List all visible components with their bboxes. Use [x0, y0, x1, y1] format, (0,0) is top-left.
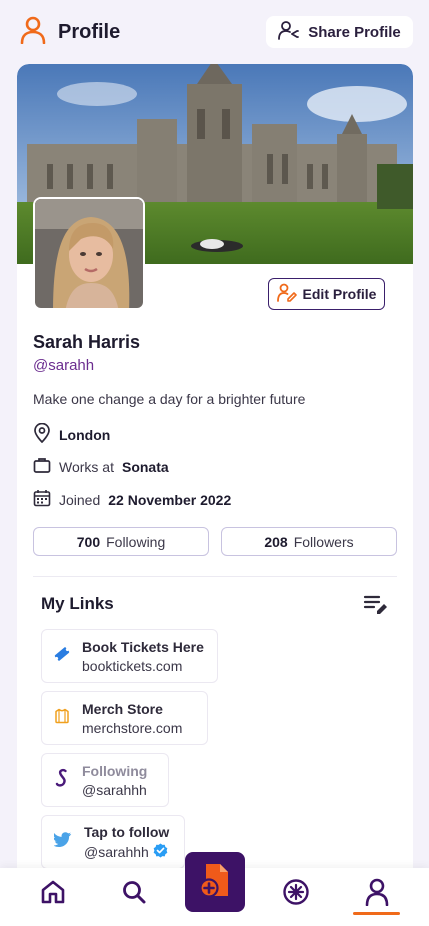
joined-label: Joined [59, 491, 101, 508]
followers-button[interactable]: 208 Followers [221, 527, 397, 556]
my-links-title: My Links [41, 594, 114, 613]
shirt-icon [54, 708, 70, 729]
following-label: Following [106, 533, 166, 550]
profile-card: Edit Profile Sarah Harris @sarahh Make o… [17, 64, 413, 926]
joined-value: 22 November 2022 [108, 491, 232, 508]
edit-profile-label: Edit Profile [302, 286, 377, 302]
link-item-twitter[interactable]: Tap to follow @sarahhh [41, 815, 185, 869]
ticket-icon [54, 646, 70, 667]
briefcase-icon [33, 456, 51, 477]
profile-person-icon [20, 16, 46, 49]
share-profile-label: Share Profile [308, 23, 401, 41]
location-pin-icon [33, 422, 51, 446]
profile-icon [365, 878, 389, 911]
page-title-wrap: Profile [20, 16, 120, 49]
link-url: @sarahhh [82, 781, 147, 798]
home-icon [40, 879, 66, 910]
create-post-icon [196, 861, 234, 904]
profile-name: Sarah Harris [33, 332, 141, 352]
twitter-icon [53, 832, 72, 852]
works-at-label: Works at [59, 458, 114, 475]
profile-bio: Make one change a day for a brighter fut… [33, 391, 306, 407]
following-count: 700 [76, 533, 101, 550]
search-icon [121, 879, 147, 910]
section-divider [33, 576, 397, 577]
link-url: merchstore.com [82, 719, 183, 736]
share-user-icon [278, 20, 300, 44]
link-title: Tap to follow [84, 823, 170, 840]
followers-label: Followers [293, 533, 354, 550]
location-value: London [59, 426, 111, 443]
calendar-icon [33, 489, 51, 510]
joined-row: Joined 22 November 2022 [33, 489, 231, 510]
nav-active-indicator [353, 912, 400, 915]
link-item-following[interactable]: Following @sarahhh [41, 753, 169, 807]
link-title: Merch Store [82, 700, 163, 717]
works-at-value: Sonata [121, 458, 169, 475]
nav-discover[interactable] [276, 878, 316, 910]
link-title: Following [82, 762, 148, 779]
top-bar: Profile Share Profile [0, 0, 429, 64]
nav-home[interactable] [33, 878, 73, 910]
page-title: Profile [58, 21, 121, 43]
nav-search[interactable] [114, 878, 154, 910]
discover-icon [282, 878, 310, 911]
location-row: London [33, 422, 111, 446]
following-button[interactable]: 700 Following [33, 527, 209, 556]
edit-list-icon[interactable] [363, 594, 389, 621]
create-post-button[interactable] [185, 852, 245, 912]
link-url: @sarahhh [84, 843, 149, 860]
share-profile-button[interactable]: Share Profile [266, 16, 413, 48]
verified-badge-icon [153, 842, 168, 861]
link-item-book-tickets[interactable]: Book Tickets Here booktickets.com [41, 629, 218, 683]
followers-count: 208 [264, 533, 288, 550]
link-title: Book Tickets Here [82, 638, 204, 655]
link-item-merch-store[interactable]: Merch Store merchstore.com [41, 691, 208, 745]
works-at-row: Works at Sonata [33, 456, 169, 477]
edit-user-icon [276, 283, 297, 306]
edit-profile-button[interactable]: Edit Profile [268, 278, 385, 310]
link-url: booktickets.com [82, 657, 183, 674]
sonata-logo-icon [54, 768, 70, 793]
avatar[interactable] [33, 197, 145, 310]
profile-handle: @sarahh [33, 357, 95, 374]
nav-profile[interactable] [357, 878, 397, 910]
